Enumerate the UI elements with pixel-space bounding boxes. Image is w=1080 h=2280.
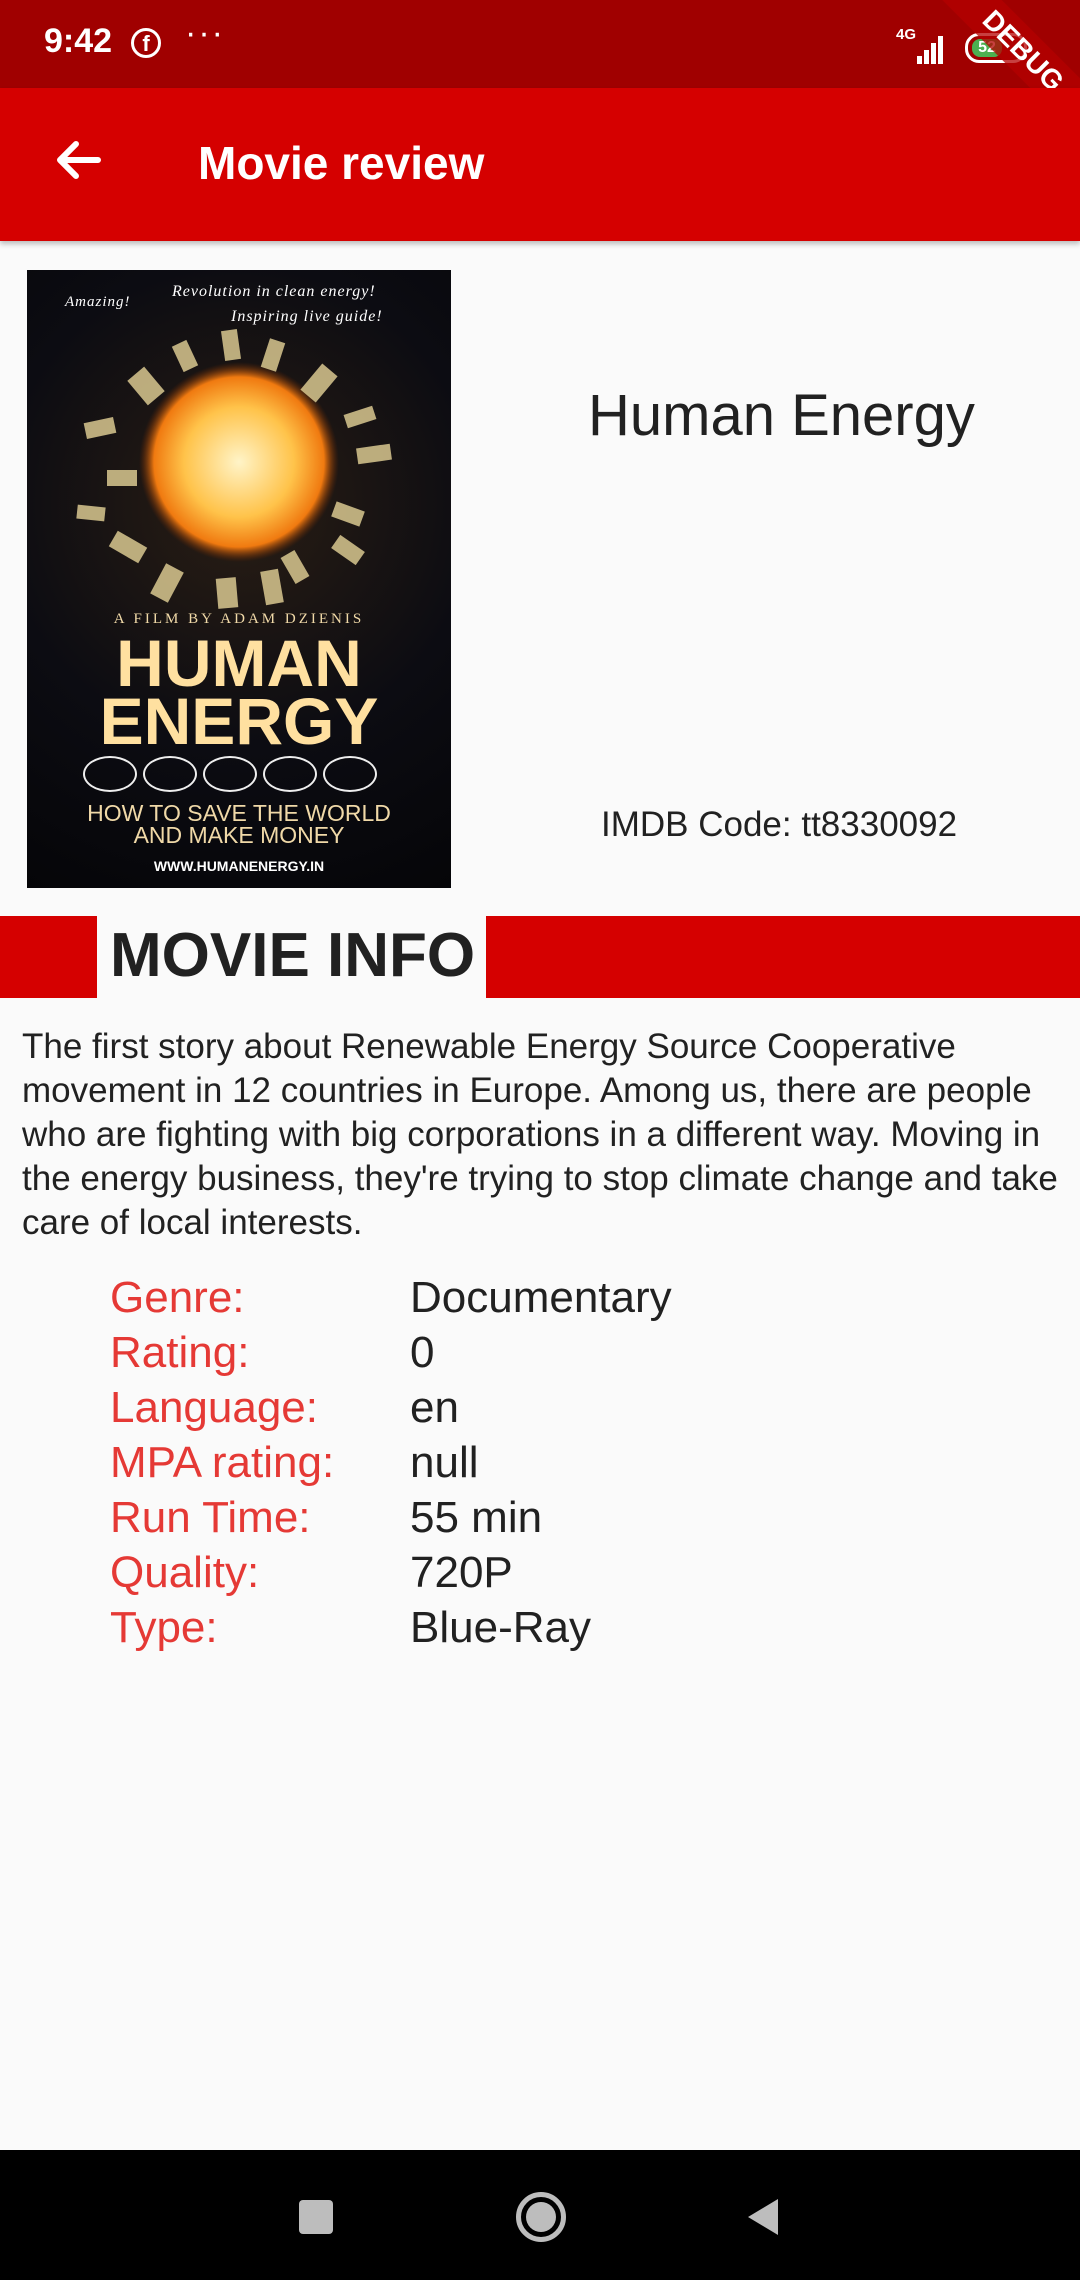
laurel-icon xyxy=(143,756,197,792)
detail-label: Quality: xyxy=(110,1547,260,1597)
award-laurels xyxy=(83,756,403,796)
detail-label: Run Time: xyxy=(110,1492,311,1542)
laurel-icon xyxy=(263,756,317,792)
home-circle-icon[interactable] xyxy=(516,2192,566,2242)
arrow-back-icon[interactable] xyxy=(40,122,116,198)
poster-tagline: HOW TO SAVE THE WORLD AND MAKE MONEY xyxy=(27,800,451,848)
poster-title: HUMAN ENERGY xyxy=(27,630,451,758)
back-triangle-icon[interactable] xyxy=(742,2195,782,2239)
laurel-icon xyxy=(83,756,137,792)
poster-quote: Inspiring live guide! xyxy=(231,308,383,325)
movie-poster: Amazing! Revolution in clean energy! Ins… xyxy=(27,270,451,888)
movie-info-heading: MOVIE INFO xyxy=(110,921,476,990)
detail-label: Type: xyxy=(110,1602,218,1652)
facebook-icon: f xyxy=(131,28,161,58)
poster-title-line: ENERGY xyxy=(99,684,379,758)
detail-row-run-time: Run Time: 55 min xyxy=(110,1490,672,1545)
poster-quote: Amazing! xyxy=(65,294,131,310)
detail-value: Documentary xyxy=(410,1272,672,1322)
detail-row-language: Language: en xyxy=(110,1380,672,1435)
poster-quote: Revolution in clean energy! xyxy=(172,283,376,300)
system-nav-bar xyxy=(0,2150,1080,2280)
laurel-icon xyxy=(203,756,257,792)
detail-label: MPA rating: xyxy=(110,1437,335,1487)
detail-label: Language: xyxy=(110,1382,318,1432)
detail-row-type: Type: Blue-Ray xyxy=(110,1600,672,1655)
detail-value: 720P xyxy=(410,1547,513,1597)
poster-url: WWW.HUMANENERGY.IN xyxy=(153,858,325,874)
home-circle-inner xyxy=(526,2202,556,2232)
detail-value: null xyxy=(410,1437,479,1487)
movie-description: The first story about Renewable Energy S… xyxy=(22,1027,1058,1242)
detail-row-mpa-rating: MPA rating: null xyxy=(110,1435,672,1490)
detail-label: Rating: xyxy=(110,1327,250,1377)
poster-tagline-line: HOW TO SAVE THE WORLD xyxy=(87,800,391,826)
page-title: Movie review xyxy=(198,137,485,189)
detail-value: 55 min xyxy=(410,1492,543,1542)
status-bar: 9:42 f ··· 4G 52 DEBUG xyxy=(0,0,1080,148)
signal-icon xyxy=(917,36,943,64)
detail-row-genre: Genre: Documentary xyxy=(110,1270,672,1325)
poster-tagline-line: AND MAKE MONEY xyxy=(133,822,345,848)
detail-row-quality: Quality: 720P xyxy=(110,1545,672,1600)
more-dots-icon: ··· xyxy=(185,14,225,52)
detail-label: Genre: xyxy=(110,1272,245,1322)
imdb-code: IMDB Code: tt8330092 xyxy=(601,805,958,844)
status-time: 9:42 xyxy=(44,22,113,60)
app-bar: Movie review xyxy=(0,88,1080,241)
movie-title: Human Energy xyxy=(588,383,975,448)
laurel-icon xyxy=(323,756,377,792)
recents-square-icon[interactable] xyxy=(299,2200,333,2234)
detail-row-rating: Rating: 0 xyxy=(110,1325,672,1380)
detail-value: 0 xyxy=(410,1327,435,1377)
detail-value: Blue-Ray xyxy=(410,1602,591,1652)
detail-value: en xyxy=(410,1382,459,1432)
movie-details: Genre: Documentary Rating: 0 Language: e… xyxy=(110,1270,672,1655)
